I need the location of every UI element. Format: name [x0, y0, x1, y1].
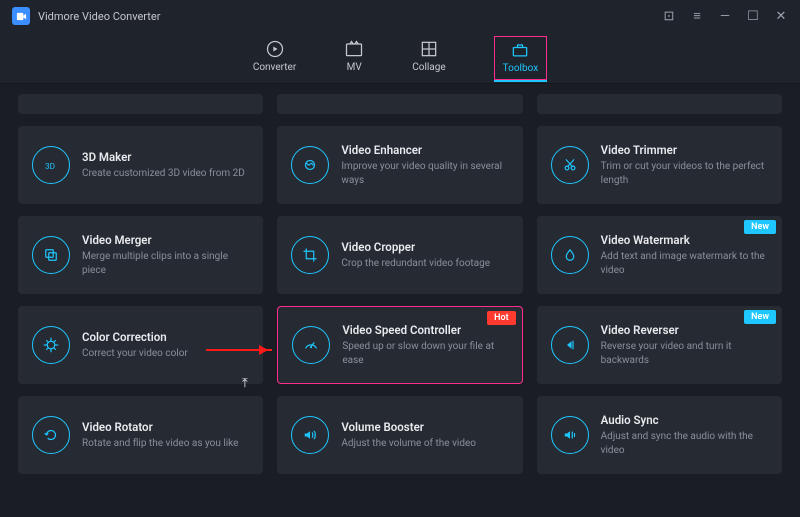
new-badge: New [744, 220, 776, 234]
maker3d-icon: 3D [32, 146, 70, 184]
tab-converter[interactable]: Converter [253, 39, 296, 77]
mv-icon [344, 39, 364, 59]
audiosync-icon [551, 416, 589, 454]
card-video-rotator[interactable]: Video Rotator Rotate and flip the video … [18, 396, 263, 474]
toolbox-grid: 3D 3D Maker Create customized 3D video f… [0, 84, 800, 474]
card-video-watermark[interactable]: New Video Watermark Add text and image w… [537, 216, 782, 294]
card-video-speed-controller[interactable]: Hot Video Speed Controller Speed up or s… [277, 306, 522, 384]
menu-icon[interactable]: ≡ [690, 8, 704, 24]
cropper-icon [291, 236, 329, 274]
tab-label: Toolbox [503, 63, 539, 74]
card-video-trimmer[interactable]: Video Trimmer Trim or cut your videos to… [537, 126, 782, 204]
card-volume-booster[interactable]: Volume Booster Adjust the volume of the … [277, 396, 522, 474]
card-desc: Adjust the volume of the video [341, 437, 476, 451]
card-title: Video Enhancer [341, 143, 508, 157]
tab-label: MV [347, 62, 362, 73]
speed-icon [292, 326, 330, 364]
main-tabs: Converter MV Collage Toolbox [0, 32, 800, 84]
card-audio-sync[interactable]: Audio Sync Adjust and sync the audio wit… [537, 396, 782, 474]
card-title: Video Watermark [601, 233, 768, 247]
card-desc: Trim or cut your videos to the perfect l… [601, 160, 768, 187]
reverser-icon [551, 326, 589, 364]
card-video-cropper[interactable]: Video Cropper Crop the redundant video f… [277, 216, 522, 294]
card-3d-maker[interactable]: 3D 3D Maker Create customized 3D video f… [18, 126, 263, 204]
enhancer-icon [291, 146, 329, 184]
tab-mv[interactable]: MV [344, 39, 364, 77]
card-desc: Improve your video quality in several wa… [341, 160, 508, 187]
card-desc: Crop the redundant video footage [341, 257, 490, 271]
card-peek[interactable] [277, 94, 522, 114]
card-peek[interactable] [18, 94, 263, 114]
card-title: Color Correction [82, 330, 188, 344]
card-title: Video Trimmer [601, 143, 768, 157]
card-title: Video Rotator [82, 420, 238, 434]
close-icon[interactable]: ✕ [774, 9, 788, 24]
card-desc: Speed up or slow down your file at ease [342, 340, 507, 367]
card-title: Video Merger [82, 233, 249, 247]
card-desc: Add text and image watermark to the vide… [601, 250, 768, 277]
card-title: Video Cropper [341, 240, 490, 254]
card-title: Video Speed Controller [342, 323, 507, 337]
card-desc: Rotate and flip the video as you like [82, 437, 238, 451]
card-peek[interactable] [537, 94, 782, 114]
card-desc: Reverse your video and turn it backwards [601, 340, 768, 367]
card-color-correction[interactable]: Color Correction Correct your video colo… [18, 306, 263, 384]
app-logo-icon [12, 7, 30, 25]
hot-badge: Hot [487, 311, 516, 325]
minimize-icon[interactable]: — [718, 9, 732, 24]
tab-collage[interactable]: Collage [412, 39, 445, 77]
card-title: Video Reverser [601, 323, 768, 337]
svg-text:3D: 3D [45, 162, 55, 172]
watermark-icon [551, 236, 589, 274]
card-video-enhancer[interactable]: Video Enhancer Improve your video qualit… [277, 126, 522, 204]
color-icon [32, 326, 70, 364]
card-desc: Correct your video color [82, 347, 188, 361]
tab-label: Converter [253, 62, 296, 73]
feedback-icon[interactable]: ⊡ [662, 9, 676, 24]
titlebar: Vidmore Video Converter ⊡ ≡ — ☐ ✕ [0, 0, 800, 32]
toolbox-icon [510, 40, 530, 60]
card-video-reverser[interactable]: New Video Reverser Reverse your video an… [537, 306, 782, 384]
app-title: Vidmore Video Converter [38, 10, 160, 23]
window-controls: ⊡ ≡ — ☐ ✕ [662, 8, 788, 24]
tab-label: Collage [412, 62, 445, 73]
card-title: Audio Sync [601, 413, 768, 427]
card-title: Volume Booster [341, 420, 476, 434]
rotator-icon [32, 416, 70, 454]
volume-icon [291, 416, 329, 454]
new-badge: New [744, 310, 776, 324]
card-desc: Merge multiple clips into a single piece [82, 250, 249, 277]
card-desc: Adjust and sync the audio with the video [601, 430, 768, 457]
merger-icon [32, 236, 70, 274]
converter-icon [265, 39, 285, 59]
tab-toolbox[interactable]: Toolbox [494, 36, 548, 80]
maximize-icon[interactable]: ☐ [746, 9, 760, 24]
card-video-merger[interactable]: Video Merger Merge multiple clips into a… [18, 216, 263, 294]
card-title: 3D Maker [82, 150, 245, 164]
trimmer-icon [551, 146, 589, 184]
card-desc: Create customized 3D video from 2D [82, 167, 245, 181]
collage-icon [419, 39, 439, 59]
